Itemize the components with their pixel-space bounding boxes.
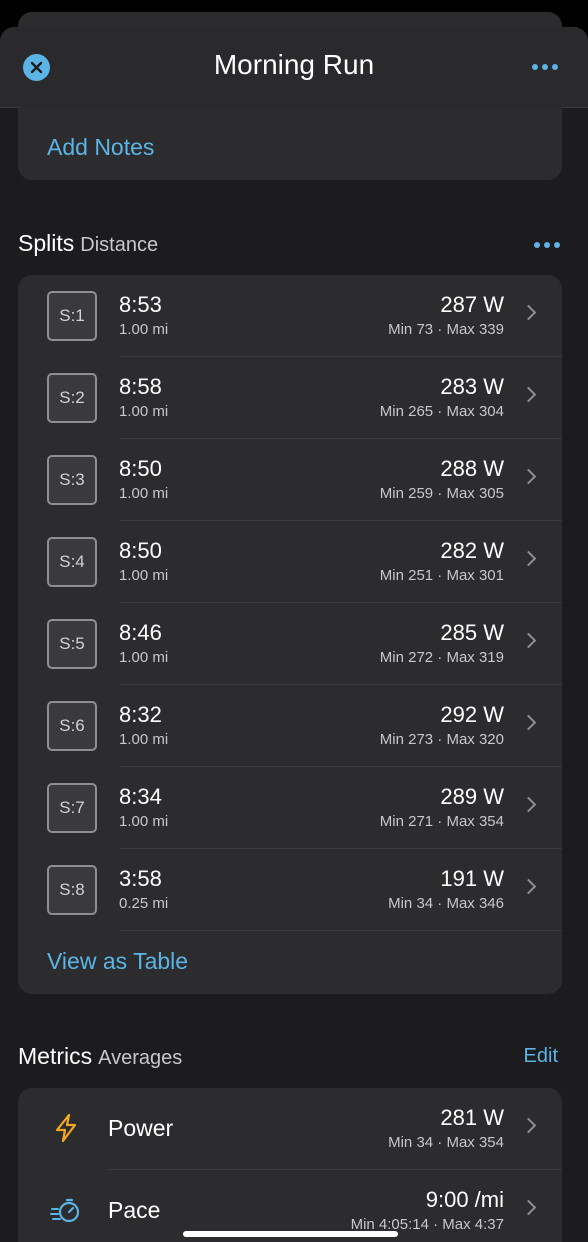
divider bbox=[119, 930, 562, 931]
more-icon bbox=[544, 242, 550, 248]
split-row[interactable]: S:6 8:32 1.00 mi 292 W Min 273 · Max 320 bbox=[18, 685, 562, 767]
metrics-subtitle: Averages bbox=[98, 1047, 183, 1069]
metric-name: Power bbox=[108, 1115, 174, 1141]
split-power: 288 W bbox=[440, 456, 504, 481]
chevron-right-icon bbox=[520, 632, 537, 649]
split-row[interactable]: S:5 8:46 1.00 mi 285 W Min 272 · Max 319 bbox=[18, 603, 562, 685]
split-time: 8:34 bbox=[119, 784, 162, 809]
view-as-table-button[interactable]: View as Table bbox=[47, 948, 188, 975]
split-row[interactable]: S:2 8:58 1.00 mi 283 W Min 265 · Max 304 bbox=[18, 357, 562, 439]
split-range: Min 273 · Max 320 bbox=[379, 731, 504, 748]
split-power: 285 W bbox=[440, 620, 504, 645]
split-badge: S:5 bbox=[47, 619, 97, 669]
split-range: Min 259 · Max 305 bbox=[379, 485, 504, 502]
split-row[interactable]: S:8 3:58 0.25 mi 191 W Min 34 · Max 346 bbox=[18, 849, 562, 931]
metrics-title: Metrics bbox=[18, 1043, 93, 1069]
split-row[interactable]: S:4 8:50 1.00 mi 282 W Min 251 · Max 301 bbox=[18, 521, 562, 603]
lightning-bolt-icon bbox=[55, 1113, 77, 1143]
split-power: 282 W bbox=[440, 538, 504, 563]
chevron-right-icon bbox=[520, 714, 537, 731]
metric-range: Min 34 · Max 354 bbox=[388, 1134, 504, 1151]
split-time: 8:50 bbox=[119, 538, 162, 563]
split-badge: S:2 bbox=[47, 373, 97, 423]
split-power: 289 W bbox=[440, 784, 504, 809]
split-time: 8:50 bbox=[119, 456, 162, 481]
split-row[interactable]: S:3 8:50 1.00 mi 288 W Min 259 · Max 305 bbox=[18, 439, 562, 521]
split-badge: S:8 bbox=[47, 865, 97, 915]
split-row[interactable]: S:1 8:53 1.00 mi 287 W Min 73 · Max 339 bbox=[18, 275, 562, 357]
split-badge: S:4 bbox=[47, 537, 97, 587]
split-power: 287 W bbox=[440, 292, 504, 317]
split-badge: S:1 bbox=[47, 291, 97, 341]
add-notes-button[interactable]: Add Notes bbox=[47, 134, 154, 161]
split-time: 8:32 bbox=[119, 702, 162, 727]
split-time: 8:58 bbox=[119, 374, 162, 399]
home-indicator[interactable] bbox=[183, 1231, 398, 1237]
metrics-header: Metrics Averages Edit bbox=[18, 1043, 562, 1073]
splits-more-button[interactable] bbox=[534, 242, 560, 248]
workout-detail-sheet: Morning Run Add Notes Splits Distance S:1… bbox=[0, 27, 588, 1242]
split-power: 283 W bbox=[440, 374, 504, 399]
chevron-right-icon bbox=[520, 468, 537, 485]
split-power: 292 W bbox=[440, 702, 504, 727]
split-distance: 1.00 mi bbox=[119, 731, 169, 748]
pace-stopwatch-icon bbox=[50, 1198, 80, 1223]
split-range: Min 34 · Max 346 bbox=[388, 895, 504, 912]
split-distance: 1.00 mi bbox=[119, 321, 169, 338]
chevron-right-icon bbox=[520, 1199, 537, 1216]
more-options-button[interactable] bbox=[532, 64, 558, 70]
more-icon bbox=[532, 64, 538, 70]
split-power: 191 W bbox=[440, 866, 504, 891]
metric-name: Pace bbox=[108, 1197, 161, 1223]
metric-value: 9:00 /mi bbox=[425, 1187, 504, 1212]
split-distance: 1.00 mi bbox=[119, 485, 169, 502]
splits-header: Splits Distance bbox=[18, 230, 562, 260]
splits-subtitle: Distance bbox=[80, 234, 159, 256]
split-time: 8:46 bbox=[119, 620, 162, 645]
metrics-card: Power 281 W Min 34 · Max 354 Pace 9:00 /… bbox=[18, 1088, 562, 1242]
chevron-right-icon bbox=[520, 878, 537, 895]
chevron-right-icon bbox=[520, 1117, 537, 1134]
notes-card: Add Notes bbox=[18, 107, 562, 180]
split-distance: 1.00 mi bbox=[119, 403, 169, 420]
page-title: Morning Run bbox=[213, 49, 375, 80]
more-icon bbox=[552, 64, 558, 70]
split-distance: 0.25 mi bbox=[119, 895, 169, 912]
more-icon bbox=[554, 242, 560, 248]
splits-card: S:1 8:53 1.00 mi 287 W Min 73 · Max 339 … bbox=[18, 275, 562, 994]
chevron-right-icon bbox=[520, 796, 537, 813]
split-time: 8:53 bbox=[119, 292, 162, 317]
more-icon bbox=[542, 64, 548, 70]
split-range: Min 265 · Max 304 bbox=[379, 403, 504, 420]
split-distance: 1.00 mi bbox=[119, 813, 169, 830]
chevron-right-icon bbox=[520, 386, 537, 403]
splits-title: Splits bbox=[18, 230, 75, 256]
split-range: Min 73 · Max 339 bbox=[388, 321, 504, 338]
more-icon bbox=[534, 242, 540, 248]
split-distance: 1.00 mi bbox=[119, 567, 169, 584]
metric-row-power[interactable]: Power 281 W Min 34 · Max 354 bbox=[18, 1088, 562, 1170]
split-range: Min 272 · Max 319 bbox=[379, 649, 504, 666]
split-badge: S:6 bbox=[47, 701, 97, 751]
edit-metrics-button[interactable]: Edit bbox=[524, 1045, 558, 1068]
chevron-right-icon bbox=[520, 304, 537, 321]
navigation-bar: Morning Run bbox=[0, 27, 588, 108]
split-badge: S:7 bbox=[47, 783, 97, 833]
chevron-right-icon bbox=[520, 550, 537, 567]
split-row[interactable]: S:7 8:34 1.00 mi 289 W Min 271 · Max 354 bbox=[18, 767, 562, 849]
split-time: 3:58 bbox=[119, 866, 162, 891]
split-range: Min 271 · Max 354 bbox=[379, 813, 504, 830]
metric-value: 281 W bbox=[440, 1105, 504, 1130]
split-badge: S:3 bbox=[47, 455, 97, 505]
split-distance: 1.00 mi bbox=[119, 649, 169, 666]
split-range: Min 251 · Max 301 bbox=[379, 567, 504, 584]
